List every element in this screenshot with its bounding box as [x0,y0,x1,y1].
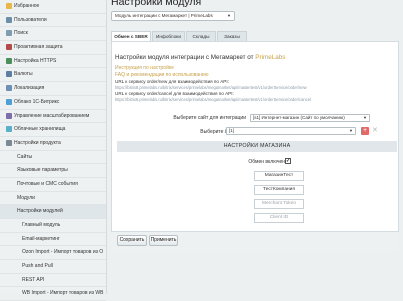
order-cancel-url-label: URL к сервису order/cancel для взаимодей… [115,91,234,96]
tab-orders[interactable]: Заказы [217,31,247,41]
exchange-enabled-label: Обмен включен [248,159,285,165]
star-icon [6,3,12,9]
save-button[interactable]: Сохранить [117,235,147,246]
main-content: Настройки модуля Модуль интеграции с Мег… [107,0,403,294]
sidebar-item[interactable]: Модули [0,192,106,206]
sidebar-item-label: Ozon Import - Импорт товаров из О [22,249,104,256]
chevron-down-icon: ▼ [363,115,367,120]
sidebar-item-label: Проактивная защита [14,44,63,51]
remove-lk-icon[interactable]: ✕ [372,127,378,135]
sidebar-item[interactable]: Валюты [0,68,106,83]
sidebar-item[interactable]: WB Import - Импорт товаров из WB [0,287,106,301]
lk-select-value: [1] [229,128,235,133]
apply-button[interactable]: Применить [149,235,178,246]
shield-icon [6,44,12,51]
sidebar-item-label: Настройки продукта [14,139,61,146]
sidebar-item-label: Пользователи [14,16,47,23]
sidebar-item-label: Главный модуль [22,222,61,228]
brand-name: PrimeLabs [255,54,286,61]
checkmark-icon: ✓ [286,158,291,164]
sidebar-item-label: Модули [17,194,35,201]
company-name-field[interactable]: ТестКомпания [254,185,304,195]
order-cancel-url: https://bitrix8.primelabs.ru/bitrix/serv… [115,97,311,102]
module-info-title-text: Настройки модуля интеграции с Мегамаркет… [115,54,256,61]
tab-warehouses[interactable]: Склады [186,31,216,41]
chevron-down-icon: ▼ [227,13,231,18]
site-select-label: Выберите сайт для интеграции [173,115,246,121]
sidebar-item[interactable]: Облако 1С-Битрикс [0,96,106,110]
plus-icon: + [362,127,368,134]
tab-sber-exchange[interactable]: Обмен с SBER [111,31,151,41]
sidebar-item[interactable]: Настройки продукта [0,137,106,151]
sidebar-item[interactable]: Настройка HTTPS [0,55,106,69]
sidebar-item[interactable]: Проактивная защита [0,41,106,55]
sidebar-item[interactable]: Push and Pull [0,260,106,274]
sidebar-item[interactable]: Избранное [0,0,106,14]
sidebar-item-label: Языковые параметры [17,167,68,174]
sidebar-item[interactable]: Поиск [0,27,106,42]
globe-icon [6,85,12,92]
site-select[interactable]: [s1] Интернет-магазин (Сайт по умолчанию… [250,114,370,122]
sidebar-item[interactable]: REST API [0,274,106,288]
sidebar-item[interactable]: Локализация [0,82,106,96]
cloud-icon [6,98,12,105]
sidebar-item-label: Email-маркетинг [22,235,60,242]
sidebar-item-label: Push and Pull [22,263,53,270]
sidebar-item[interactable]: Email-маркетинг [0,233,106,247]
sidebar-item-label: Сайты [17,153,33,160]
lk-select[interactable]: [1] ▼ [226,127,356,135]
sidebar-item-label: Валюты [14,71,33,78]
sidebar-item-label: Локализация [14,85,45,92]
sidebar-item[interactable]: Управление масштабированием [0,110,106,124]
sidebar-item[interactable]: Главный модуль [0,219,106,233]
sidebar-item[interactable]: Пользователи [0,14,106,28]
sidebar-item-label: Настройки модулей [17,208,63,215]
sidebar-item[interactable]: Ozon Import - Импорт товаров из О [0,246,106,261]
sidebar-item[interactable]: Сайты [0,151,106,165]
sidebar-item-label: Облако 1С-Битрикс [14,98,60,105]
currency-icon [6,71,12,78]
sidebar-item-label: Управление масштабированием [14,112,90,119]
order-new-url-label: URL к сервису order/new для взаимодейств… [115,79,229,84]
module-select-value: Модуль интеграции с Мегамаркет | PrimeLa… [115,13,213,18]
sidebar-item-label: Почтовые и СМС события [17,180,78,187]
users-icon [6,16,12,23]
site-select-value: [s1] Интернет-магазин (Сайт по умолчанию… [253,115,345,120]
add-lk-button[interactable]: + [361,127,369,135]
sidebar-item[interactable]: Облачные хранилища [0,123,106,137]
module-select[interactable]: Модуль интеграции с Мегамаркет | PrimeLa… [111,11,235,21]
scale-icon [6,112,12,119]
chevron-down-icon: ▼ [349,128,353,133]
sidebar-item-label: Облачные хранилища [14,126,66,133]
client-id-field[interactable]: Client ID [254,213,304,223]
page-title: Настройки модуля [111,0,202,8]
sidebar-item-label: REST API [22,276,45,283]
sidebar-item-label: Поиск [14,30,28,37]
sidebar-item[interactable]: Почтовые и СМС события [0,178,106,192]
module-info-title: Настройки модуля интеграции с Мегамаркет… [115,54,285,61]
shop-name-field[interactable]: МагазинТест [254,171,304,181]
sidebar-item-label: Избранное [14,3,40,9]
order-new-url: https://bitrix8.primelabs.ru/bitrix/serv… [115,85,307,90]
settings-icon [6,139,12,146]
merchant-token-field[interactable]: Merchant Token [254,199,304,209]
faq-link[interactable]: FAQ и рекомендации по использованию [115,72,208,78]
sidebar-item[interactable]: Настройки модулей [0,205,106,219]
setup-instructions-link[interactable]: Инструкция по настройке [115,65,174,71]
sidebar-item[interactable]: Языковые параметры [0,164,106,178]
search-icon [6,30,12,37]
storage-icon [6,126,12,133]
sidebar: Избранное Пользователи Поиск Проактивная за… [0,0,107,301]
store-settings-heading: НАСТРОЙКИ МАГАЗИНА [117,141,397,152]
exchange-enabled-checkbox[interactable]: ✓ [285,158,291,164]
sidebar-item-label: Настройка HTTPS [14,57,57,64]
lock-icon [6,57,12,64]
tab-infoblocks[interactable]: Инфоблоки [152,31,185,41]
